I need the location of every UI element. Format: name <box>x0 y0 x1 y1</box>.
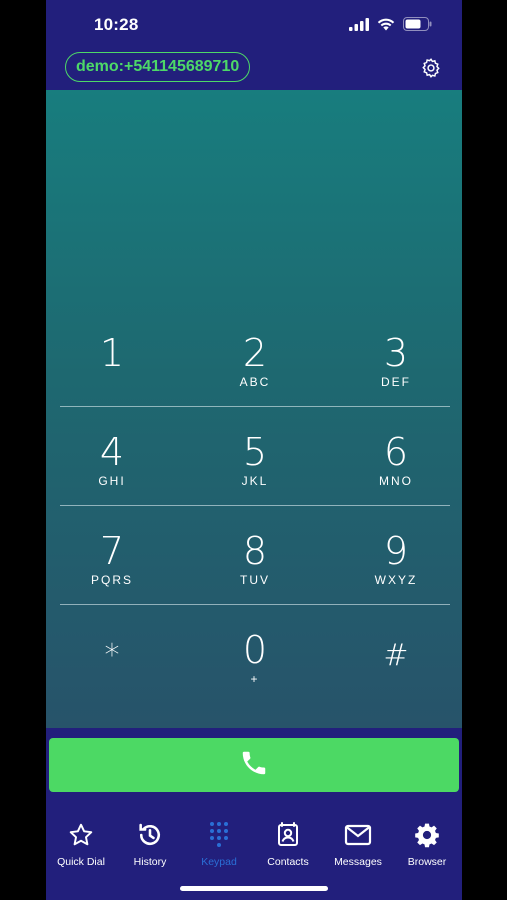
envelope-icon <box>344 824 372 851</box>
history-icon <box>136 821 164 854</box>
keypad-row: 4 GHI 5 JKL 6 MNO <box>60 407 450 506</box>
keypad-row: * 0 + # <box>60 605 450 704</box>
key-star[interactable]: * <box>47 605 177 704</box>
key-digit: * <box>104 638 120 673</box>
star-icon <box>68 822 94 853</box>
tab-label: Keypad <box>201 856 237 868</box>
status-bar: 10:28 <box>46 0 462 50</box>
key-5[interactable]: 5 JKL <box>190 407 320 506</box>
battery-icon <box>403 17 432 36</box>
status-icons <box>349 17 432 36</box>
key-letters: TUV <box>240 573 270 587</box>
key-letters: JKL <box>241 474 269 488</box>
key-digit: 6 <box>383 430 409 474</box>
tab-label: Quick Dial <box>57 856 105 868</box>
key-letters: WXYZ <box>374 573 418 587</box>
key-hash[interactable]: # <box>331 605 461 704</box>
keypad-row: 1 2 ABC 3 DEF <box>60 308 450 407</box>
settings-button[interactable] <box>420 57 442 79</box>
tab-label: History <box>133 856 167 868</box>
key-letters: + <box>250 672 260 686</box>
wifi-icon <box>377 18 395 36</box>
signal-icon <box>349 17 369 36</box>
key-6[interactable]: 6 MNO <box>331 407 461 506</box>
key-3[interactable]: 3 DEF <box>331 308 461 407</box>
call-button[interactable] <box>49 738 459 792</box>
key-letters: PQRS <box>90 573 133 587</box>
key-letters: DEF <box>381 375 411 389</box>
key-0[interactable]: 0 + <box>190 605 320 704</box>
key-digit: 1 <box>99 331 125 375</box>
tab-browser[interactable]: Browser <box>392 822 462 868</box>
key-digit: 0 <box>242 628 268 672</box>
home-indicator[interactable] <box>180 886 328 891</box>
tab-quick-dial[interactable]: Quick Dial <box>46 822 116 868</box>
key-digit: 5 <box>242 430 268 474</box>
key-digit: 3 <box>383 331 409 375</box>
key-digit: 8 <box>242 529 268 573</box>
phone-icon <box>239 748 269 783</box>
key-1[interactable]: 1 <box>47 308 177 407</box>
keypad-icon <box>208 821 230 854</box>
keypad: 1 2 ABC 3 DEF 4 GHI 5 JKL 6 MNO 7 PQRS 8… <box>60 308 450 704</box>
key-9[interactable]: 9 WXYZ <box>331 506 461 605</box>
tab-history[interactable]: History <box>115 822 185 868</box>
tab-contacts[interactable]: Contacts <box>253 821 323 868</box>
key-letters: GHI <box>98 474 126 488</box>
key-2[interactable]: 2 ABC <box>190 308 320 407</box>
key-digit: 7 <box>99 529 125 573</box>
key-letters: ABC <box>239 375 271 389</box>
keypad-row: 7 PQRS 8 TUV 9 WXYZ <box>60 506 450 605</box>
key-digit: # <box>383 638 409 673</box>
header-bar: demo:+541145689710 <box>46 50 462 90</box>
phone-screen: 10:28 demo:+541145689710 1 2 ABC 3 DEF 4… <box>46 0 462 900</box>
keypad-area: 1 2 ABC 3 DEF 4 GHI 5 JKL 6 MNO 7 PQRS 8… <box>46 90 462 728</box>
tab-label: Contacts <box>267 856 309 868</box>
tab-label: Messages <box>334 856 382 868</box>
key-letters: MNO <box>379 474 413 488</box>
tab-label: Browser <box>407 856 447 868</box>
key-8[interactable]: 8 TUV <box>190 506 320 605</box>
contacts-icon <box>276 821 300 853</box>
account-selector[interactable]: demo:+541145689710 <box>65 52 251 82</box>
status-time: 10:28 <box>94 15 139 34</box>
gear-icon <box>414 822 440 853</box>
tab-messages[interactable]: Messages <box>323 822 393 868</box>
key-digit: 9 <box>383 529 409 573</box>
gear-icon <box>420 58 442 83</box>
tab-keypad[interactable]: Keypad <box>184 821 254 868</box>
key-digit: 2 <box>242 331 268 375</box>
key-7[interactable]: 7 PQRS <box>47 506 177 605</box>
key-4[interactable]: 4 GHI <box>47 407 177 506</box>
key-digit: 4 <box>99 430 125 474</box>
